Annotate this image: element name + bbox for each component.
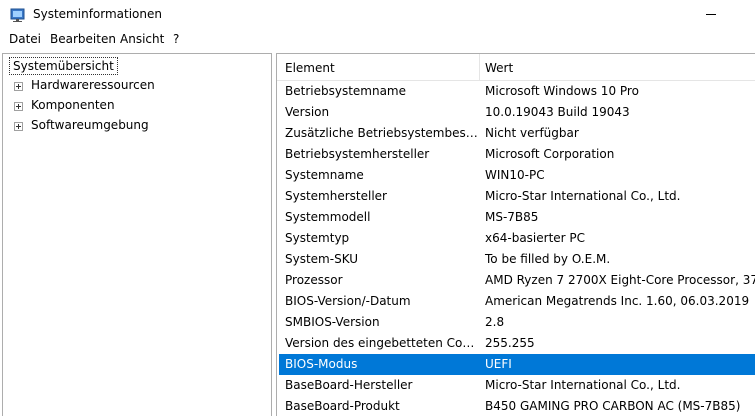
value-cell: UEFI — [485, 357, 512, 371]
table-row[interactable]: Version des eingebetteten Controllers 255… — [279, 333, 755, 354]
element-cell: Systemname — [285, 168, 364, 182]
element-cell: Systemmodell — [285, 210, 371, 224]
value-cell: Nicht verfügbar — [485, 126, 579, 140]
minimize-button[interactable] — [706, 8, 736, 22]
table-row[interactable]: BIOS-Version/-Datum American Megatrends I… — [279, 291, 755, 312]
element-cell: BIOS-Modus — [285, 357, 358, 371]
element-cell: BaseBoard-Hersteller — [285, 378, 413, 392]
menu-help[interactable]: ? — [173, 32, 179, 46]
value-cell: Microsoft Windows 10 Pro — [485, 84, 639, 98]
table-row[interactable]: Betriebsystemhersteller Microsoft Corpora… — [279, 144, 755, 165]
expand-icon[interactable] — [14, 82, 23, 91]
value-cell: B450 GAMING PRO CARBON AC (MS-7B85) — [485, 399, 741, 413]
table-row[interactable]: BIOS-Modus UEFI — [279, 354, 755, 375]
value-cell: 10.0.19043 Build 19043 — [485, 105, 630, 119]
element-cell: BaseBoard-Produkt — [285, 399, 400, 413]
tree-item-label: Softwareumgebung — [31, 118, 149, 132]
table-row[interactable]: Version 10.0.19043 Build 19043 — [279, 102, 755, 123]
menu-ansicht[interactable]: Ansicht — [120, 32, 164, 46]
table-row[interactable]: System-SKU To be filled by O.E.M. — [279, 249, 755, 270]
table-row[interactable]: Systemmodell MS-7B85 — [279, 207, 755, 228]
menu-bearbeiten[interactable]: Bearbeiten — [50, 32, 116, 46]
value-cell: WIN10-PC — [485, 168, 545, 182]
value-cell: x64-basierter PC — [485, 231, 586, 245]
element-cell: Version — [285, 105, 330, 119]
details-list[interactable]: Element Wert Betriebsystemname Microsoft … — [276, 53, 755, 416]
system-information-icon — [10, 7, 26, 23]
table-row[interactable]: Prozessor AMD Ryzen 7 2700X Eight-Core Pr… — [279, 270, 755, 291]
element-cell: BIOS-Version/-Datum — [285, 294, 411, 308]
element-cell: Prozessor — [285, 273, 343, 287]
element-cell: Betriebsystemhersteller — [285, 147, 430, 161]
column-header-element[interactable]: Element — [285, 61, 335, 75]
value-cell: 2.8 — [485, 315, 505, 329]
table-row[interactable]: Systemhersteller Micro-Star International… — [279, 186, 755, 207]
tree-item-systemuebersicht[interactable]: Systemübersicht — [9, 57, 118, 75]
menu-datei[interactable]: Datei — [9, 32, 41, 46]
expand-icon[interactable] — [14, 102, 23, 111]
value-cell: Micro-Star International Co., Ltd. — [485, 378, 681, 392]
list-header: Element Wert — [277, 54, 755, 81]
title-bar: Systeminformationen — [0, 0, 755, 30]
table-row[interactable]: SMBIOS-Version 2.8 — [279, 312, 755, 333]
element-cell: Systemtyp — [285, 231, 350, 245]
value-cell: MS-7B85 — [485, 210, 539, 224]
element-cell: SMBIOS-Version — [285, 315, 380, 329]
expand-icon[interactable] — [14, 122, 23, 131]
window-title: Systeminformationen — [33, 7, 162, 21]
column-header-value[interactable]: Wert — [485, 61, 513, 75]
value-cell: To be filled by O.E.M. — [485, 252, 611, 266]
value-cell: 255.255 — [485, 336, 535, 350]
column-divider[interactable] — [479, 54, 480, 81]
element-cell: Zusätzliche Betriebsystembeschreibung — [285, 126, 479, 140]
value-cell: Microsoft Corporation — [485, 147, 615, 161]
menu-bar: Datei Bearbeiten Ansicht ? — [0, 30, 755, 48]
table-row[interactable]: Systemname WIN10-PC — [279, 165, 755, 186]
value-cell: Micro-Star International Co., Ltd. — [485, 189, 681, 203]
element-cell: System-SKU — [285, 252, 359, 266]
table-row[interactable]: BaseBoard-Produkt B450 GAMING PRO CARBON … — [279, 396, 755, 416]
value-cell: American Megatrends Inc. 1.60, 06.03.201… — [485, 294, 750, 308]
tree-item-label: Hardwareressourcen — [31, 78, 155, 92]
table-row[interactable]: Betriebsystemname Microsoft Windows 10 Pr… — [279, 81, 755, 102]
tree-item-label: Komponenten — [31, 98, 115, 112]
value-cell: AMD Ryzen 7 2700X Eight-Core Processor, … — [485, 273, 755, 287]
table-row[interactable]: BaseBoard-Hersteller Micro-Star Internati… — [279, 375, 755, 396]
element-cell: Betriebsystemname — [285, 84, 407, 98]
table-row[interactable]: Systemtyp x64-basierter PC — [279, 228, 755, 249]
element-cell: Systemhersteller — [285, 189, 387, 203]
category-tree[interactable]: Systemübersicht Hardwareressourcen Kompo… — [2, 53, 272, 416]
table-row[interactable]: Zusätzliche Betriebsystembeschreibung Nic… — [279, 123, 755, 144]
element-cell: Version des eingebetteten Controllers — [285, 336, 479, 350]
